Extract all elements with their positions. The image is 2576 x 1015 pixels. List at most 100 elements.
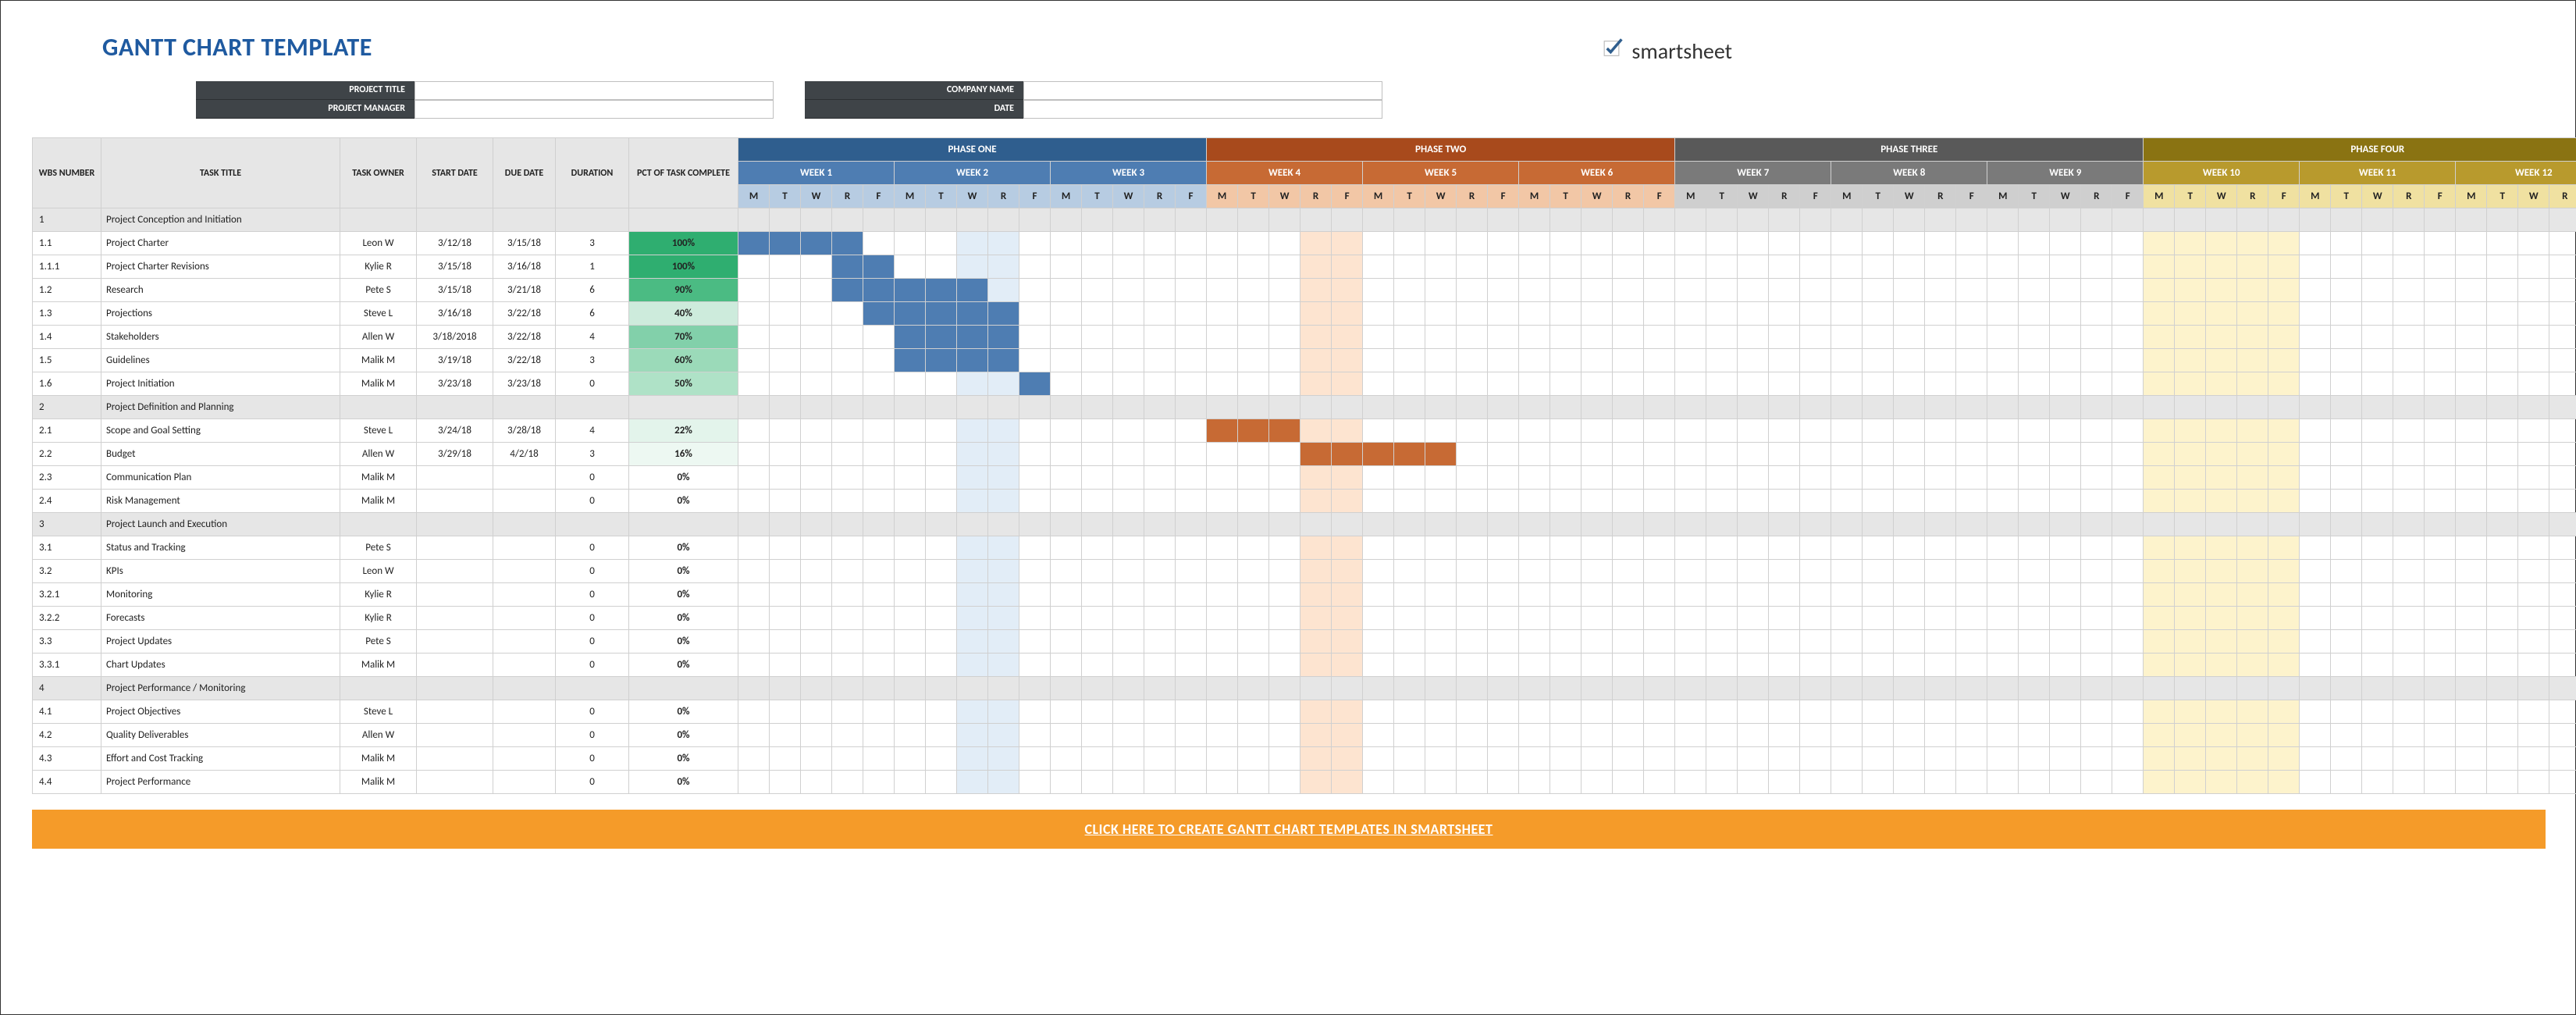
gantt-cell[interactable] bbox=[957, 607, 988, 630]
gantt-cell[interactable] bbox=[2268, 630, 2300, 654]
gantt-cell[interactable] bbox=[801, 349, 832, 372]
gantt-cell[interactable] bbox=[1113, 771, 1144, 794]
gantt-cell[interactable] bbox=[2518, 372, 2549, 396]
gantt-cell[interactable] bbox=[2549, 724, 2576, 747]
gantt-cell[interactable] bbox=[2268, 443, 2300, 466]
gantt-cell[interactable] bbox=[1332, 255, 1363, 279]
gantt-cell[interactable] bbox=[926, 724, 957, 747]
gantt-cell[interactable] bbox=[1644, 279, 1675, 302]
gantt-cell[interactable] bbox=[1769, 560, 1800, 583]
gantt-cell[interactable] bbox=[1800, 396, 1831, 419]
gantt-cell[interactable] bbox=[1738, 583, 1769, 607]
gantt-cell[interactable] bbox=[1956, 419, 1987, 443]
gantt-cell[interactable] bbox=[1207, 607, 1238, 630]
gantt-cell[interactable] bbox=[1738, 677, 1769, 700]
gantt-cell[interactable] bbox=[1082, 677, 1113, 700]
gantt-cell[interactable] bbox=[957, 630, 988, 654]
footer-cta-link[interactable]: CLICK HERE TO CREATE GANTT CHART TEMPLAT… bbox=[32, 810, 2546, 849]
gantt-cell[interactable] bbox=[738, 208, 770, 232]
gantt-cell[interactable] bbox=[2050, 747, 2081, 771]
gantt-cell[interactable] bbox=[1738, 490, 1769, 513]
gantt-cell[interactable] bbox=[2175, 607, 2206, 630]
gantt-cell[interactable] bbox=[1394, 349, 1425, 372]
gantt-cell[interactable] bbox=[801, 700, 832, 724]
gantt-cell[interactable] bbox=[1800, 536, 1831, 560]
gantt-cell[interactable] bbox=[988, 208, 1019, 232]
gantt-cell[interactable] bbox=[988, 607, 1019, 630]
gantt-cell[interactable] bbox=[2549, 443, 2576, 466]
gantt-cell[interactable] bbox=[1363, 654, 1394, 677]
gantt-cell[interactable] bbox=[2175, 654, 2206, 677]
gantt-cell[interactable] bbox=[1800, 372, 1831, 396]
gantt-cell[interactable] bbox=[2362, 771, 2393, 794]
gantt-cell[interactable] bbox=[1238, 700, 1269, 724]
gantt-cell[interactable] bbox=[957, 513, 988, 536]
gantt-cell[interactable] bbox=[2206, 326, 2237, 349]
gantt-cell[interactable] bbox=[2393, 255, 2425, 279]
gantt-cell[interactable] bbox=[957, 419, 988, 443]
gantt-cell[interactable] bbox=[2456, 560, 2487, 583]
gantt-cell[interactable] bbox=[1644, 771, 1675, 794]
gantt-cell[interactable] bbox=[1176, 302, 1207, 326]
gantt-cell[interactable] bbox=[1800, 583, 1831, 607]
gantt-cell[interactable] bbox=[1363, 279, 1394, 302]
gantt-cell[interactable] bbox=[1582, 677, 1613, 700]
gantt-cell[interactable] bbox=[1863, 396, 1894, 419]
gantt-cell[interactable] bbox=[2144, 677, 2175, 700]
gantt-cell[interactable] bbox=[1457, 560, 1488, 583]
gantt-cell[interactable] bbox=[2362, 232, 2393, 255]
gantt-cell[interactable] bbox=[2268, 232, 2300, 255]
gantt-cell[interactable] bbox=[2112, 302, 2144, 326]
gantt-cell[interactable] bbox=[1425, 771, 1457, 794]
gantt-cell[interactable] bbox=[1269, 349, 1300, 372]
gantt-cell[interactable] bbox=[1082, 419, 1113, 443]
gantt-cell[interactable] bbox=[1238, 443, 1269, 466]
gantt-cell[interactable] bbox=[1863, 677, 1894, 700]
gantt-cell[interactable] bbox=[1925, 747, 1956, 771]
gantt-cell[interactable] bbox=[1207, 326, 1238, 349]
gantt-cell[interactable] bbox=[1300, 326, 1332, 349]
gantt-cell[interactable] bbox=[1300, 536, 1332, 560]
gantt-cell[interactable] bbox=[2237, 630, 2268, 654]
gantt-cell[interactable] bbox=[2549, 326, 2576, 349]
gantt-cell[interactable] bbox=[1582, 419, 1613, 443]
gantt-cell[interactable] bbox=[1800, 279, 1831, 302]
gantt-cell[interactable] bbox=[1894, 654, 1925, 677]
gantt-cell[interactable] bbox=[1300, 419, 1332, 443]
gantt-cell[interactable] bbox=[1394, 255, 1425, 279]
gantt-cell[interactable] bbox=[1425, 560, 1457, 583]
gantt-cell[interactable] bbox=[1113, 654, 1144, 677]
gantt-cell[interactable] bbox=[1769, 302, 1800, 326]
gantt-cell[interactable] bbox=[863, 208, 895, 232]
gantt-cell[interactable] bbox=[1144, 302, 1176, 326]
gantt-cell[interactable] bbox=[1332, 279, 1363, 302]
gantt-cell[interactable] bbox=[1613, 536, 1644, 560]
gantt-cell[interactable] bbox=[1363, 724, 1394, 747]
gantt-cell[interactable] bbox=[1800, 302, 1831, 326]
gantt-cell[interactable] bbox=[1425, 607, 1457, 630]
gantt-cell[interactable] bbox=[1956, 232, 1987, 255]
gantt-cell[interactable] bbox=[1176, 490, 1207, 513]
gantt-cell[interactable] bbox=[1332, 466, 1363, 490]
gantt-cell[interactable] bbox=[1144, 536, 1176, 560]
gantt-cell[interactable] bbox=[1550, 560, 1582, 583]
gantt-cell[interactable] bbox=[1394, 302, 1425, 326]
gantt-cell[interactable] bbox=[1800, 208, 1831, 232]
gantt-cell[interactable] bbox=[2425, 302, 2456, 326]
gantt-cell[interactable] bbox=[1675, 536, 1706, 560]
gantt-cell[interactable] bbox=[1644, 607, 1675, 630]
gantt-cell[interactable] bbox=[1831, 466, 1863, 490]
gantt-cell[interactable] bbox=[801, 490, 832, 513]
gantt-cell[interactable] bbox=[1238, 372, 1269, 396]
gantt-cell[interactable] bbox=[2549, 607, 2576, 630]
gantt-cell[interactable] bbox=[1051, 232, 1082, 255]
gantt-cell[interactable] bbox=[1488, 536, 1519, 560]
gantt-cell[interactable] bbox=[1394, 771, 1425, 794]
gantt-cell[interactable] bbox=[1019, 700, 1051, 724]
gantt-cell[interactable] bbox=[1987, 302, 2019, 326]
gantt-cell[interactable] bbox=[1769, 396, 1800, 419]
gantt-cell[interactable] bbox=[2237, 771, 2268, 794]
gantt-cell[interactable] bbox=[1863, 443, 1894, 466]
gantt-cell[interactable] bbox=[1863, 232, 1894, 255]
gantt-cell[interactable] bbox=[988, 747, 1019, 771]
